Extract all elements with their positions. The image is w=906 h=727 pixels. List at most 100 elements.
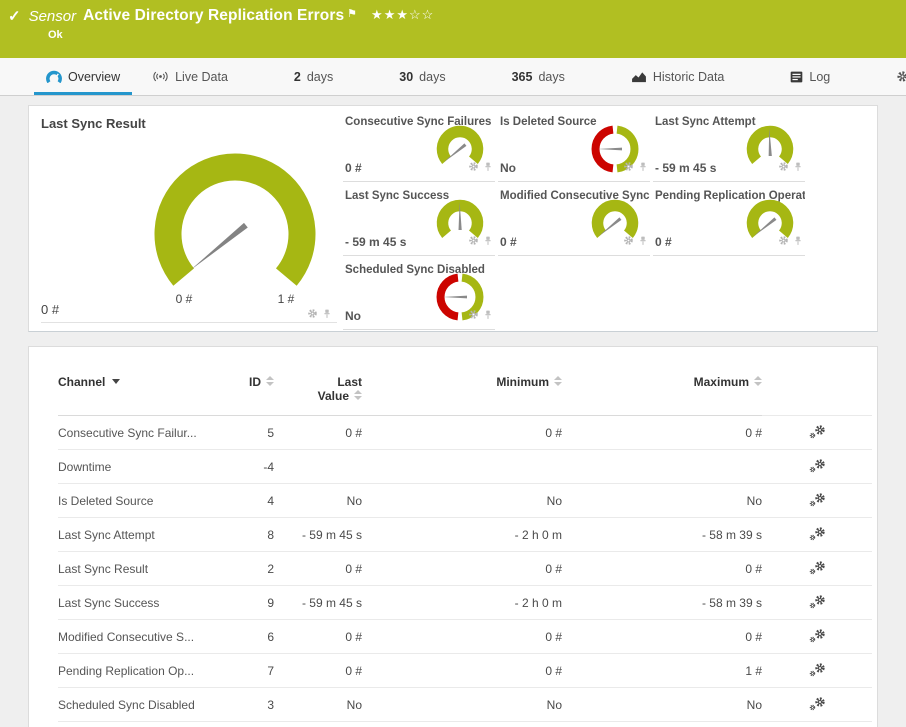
small-gauges-grid: Consecutive Sync Failures 0 # Is Deleted … [343,114,805,330]
gauge-settings-gear-icon[interactable] [623,233,634,251]
gauge-pin-icon[interactable] [794,233,802,251]
table-row: Last Sync Success 9- 59 m 45 s- 2 h 0 m- … [58,585,872,620]
min-cell: 0 # [362,619,562,654]
sensor-status-text: Ok [48,29,63,41]
actions-cell [762,551,872,586]
tab-settings[interactable]: Settings [888,58,906,95]
min-cell: - 2 h 0 m [362,585,562,620]
dropdown-caret-icon [112,379,121,384]
min-cell: 0 # [362,653,562,688]
tab-live-data[interactable]: Live Data [144,58,236,95]
gauge-cell-modified-consecutive-sync: Modified Consecutive Sync F... 0 # [498,188,650,256]
tab-label: Historic Data [652,69,725,84]
tab-365-days[interactable]: 365 days [504,58,573,95]
last-cell [274,449,362,484]
sort-icon [554,376,562,386]
table-row: Last Sync Attempt 8- 59 m 45 s- 2 h 0 m- … [58,517,872,552]
max-cell: 0 # [562,551,762,586]
table-row: Is Deleted Source 4 No No No [58,483,872,518]
tab-label: Live Data [175,69,228,84]
priority-stars[interactable]: ★★★☆☆ [371,7,434,23]
actions-cell [762,687,872,722]
gauge-settings-gear-icon[interactable] [623,159,634,177]
channel-settings-gear-icon[interactable] [809,628,826,643]
channel-settings-gear-icon[interactable] [809,492,826,507]
last-cell: No [274,483,362,518]
primary-gauge-cell: Last Sync Result 0 # 1 # 0 # [29,106,341,331]
channel-settings-gear-icon[interactable] [809,424,826,439]
gauge-settings-gear-icon[interactable] [468,233,479,251]
last-cell: 0 # [274,619,362,654]
sort-icon [266,376,274,386]
sensor-title: Active Directory Replication Errors [83,7,345,24]
gauge-value: 0 # [345,161,362,175]
gauge-cell-last-sync-success: Last Sync Success - 59 m 45 s [343,188,495,256]
column-header-min[interactable]: Minimum [362,367,562,416]
historic-data-icon [631,71,647,83]
id-cell: 6 [228,619,274,654]
gauge-settings-gear-icon[interactable] [778,233,789,251]
prtg-sensor-page: ✓ Sensor Active Directory Replication Er… [0,0,906,727]
stars-empty-icon: ☆☆ [409,7,435,22]
channel-settings-gear-icon[interactable] [809,594,826,609]
actions-cell [762,483,872,518]
id-cell: 3 [228,687,274,722]
sensor-header: ✓ Sensor Active Directory Replication Er… [0,0,906,58]
max-cell: - 58 m 39 s [562,517,762,552]
gauge-pin-icon[interactable] [484,233,492,251]
channel-cell: Modified Consecutive S... [58,619,228,654]
primary-gauge-value: 0 # [41,302,60,317]
tab-number: 365 [511,69,533,84]
gauge-title: Last Sync Attempt [655,116,756,128]
channel-cell: Last Sync Success [58,585,228,620]
channel-cell: Scheduled Sync Disabled [58,687,228,722]
tab-2-days[interactable]: 2 days [286,58,341,95]
max-cell: 0 # [562,619,762,654]
table-row: Downtime -4 [58,449,872,484]
divider [41,322,337,323]
stars-filled-icon: ★★★ [371,7,410,22]
gauge-pin-icon[interactable] [794,159,802,177]
channel-table-panel: Channel ID Last Value Minimum Maximum Consecut… [28,346,878,727]
gauge-value: 0 # [655,235,672,249]
gauge-pin-icon[interactable] [484,159,492,177]
id-cell: 5 [228,415,274,450]
tab-overview[interactable]: Overview [33,58,133,95]
gauge-settings-gear-icon[interactable] [778,159,789,177]
min-cell: No [362,687,562,722]
table-row: Last Sync Result 2 0 #0 #0 # [58,551,872,586]
channel-settings-gear-icon[interactable] [809,458,826,473]
gauges-panel: Last Sync Result 0 # 1 # 0 # Consecutive… [28,105,878,332]
max-cell: 1 # [562,653,762,688]
tab-log[interactable]: Log [782,58,838,95]
id-cell: 7 [228,653,274,688]
tab-30-days[interactable]: 30 days [391,58,453,95]
overview-icon [46,70,62,83]
channel-table: Channel ID Last Value Minimum Maximum Consecut… [58,367,872,722]
channel-settings-gear-icon[interactable] [809,526,826,541]
gauge-pin-icon[interactable] [639,233,647,251]
column-header-last[interactable]: Last Value [274,367,362,416]
id-cell: -4 [228,449,274,484]
channel-settings-gear-icon[interactable] [809,662,826,677]
status-ok-icon: ✓ [8,8,21,25]
tab-historic-data[interactable]: Historic Data [623,58,733,95]
channel-settings-gear-icon[interactable] [809,560,826,575]
gauge-pin-icon[interactable] [639,159,647,177]
table-row: Consecutive Sync Failur... 5 0 #0 #0 # [58,415,872,450]
flag-icon: ⚑ [347,7,358,20]
gauge-pin-icon[interactable] [323,306,331,324]
last-cell: 0 # [274,415,362,450]
column-header-channel[interactable]: Channel [58,367,228,416]
gauge-value: - 59 m 45 s [655,161,717,175]
gauge-pin-icon[interactable] [484,307,492,325]
gauge-cell-pending-replication-operations: Pending Replication Operatio... 0 # [653,188,805,256]
column-header-max[interactable]: Maximum [562,367,762,416]
gauge-settings-gear-icon[interactable] [307,306,318,324]
gauge-settings-gear-icon[interactable] [468,159,479,177]
channel-settings-gear-icon[interactable] [809,696,826,711]
tab-bar: Overview Live Data 2 days 30 days 365 days Histo… [0,58,906,96]
column-header-id[interactable]: ID [228,367,274,416]
min-cell: - 2 h 0 m [362,517,562,552]
gauge-settings-gear-icon[interactable] [468,307,479,325]
